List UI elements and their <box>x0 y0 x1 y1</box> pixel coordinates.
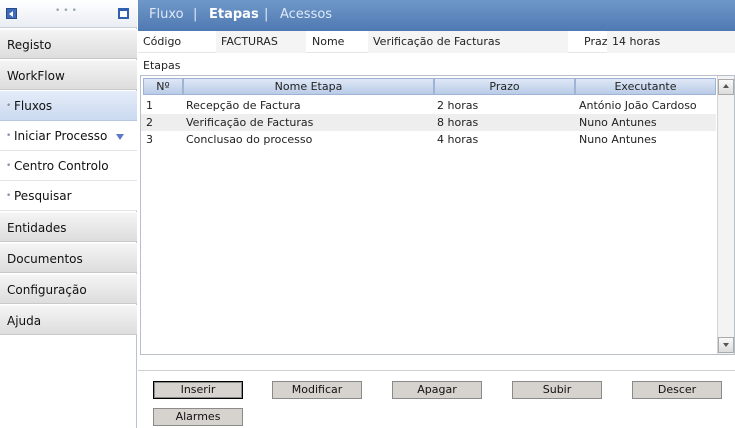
bullet-icon: • <box>6 191 12 201</box>
codigo-value: FACTURAS <box>216 31 306 53</box>
sidebar-item-documentos[interactable]: Documentos <box>0 243 137 273</box>
cell-executante: Nuno Antunes <box>579 116 657 129</box>
scroll-up-icon[interactable] <box>718 79 734 95</box>
cell-numero: 3 <box>146 133 153 146</box>
nome-label: Nome <box>312 35 345 48</box>
sidebar-item-fluxos[interactable]: • Fluxos <box>0 91 137 121</box>
cell-nome-etapa: Conclusao do processo <box>186 133 313 146</box>
cell-executante: António João Cardoso <box>579 99 697 112</box>
vertical-scrollbar[interactable] <box>717 76 734 354</box>
cell-numero: 1 <box>146 99 153 112</box>
sidebar-item-pesquisar[interactable]: • Pesquisar <box>0 181 137 211</box>
tab-acessos[interactable]: Acessos <box>280 7 332 22</box>
sidebar-item-label: Iniciar Processo <box>14 129 108 143</box>
chevron-down-icon[interactable] <box>116 133 125 140</box>
sidebar-item-label: Configuração <box>7 283 87 297</box>
subir-button[interactable]: Subir <box>512 381 602 399</box>
cell-numero: 2 <box>146 116 153 129</box>
tab-fluxo[interactable]: Fluxo <box>149 7 184 22</box>
cell-prazo: 8 horas <box>437 116 479 129</box>
column-header-executante[interactable]: Executante <box>575 78 716 95</box>
tab-etapas[interactable]: Etapas <box>209 7 259 22</box>
sidebar-item-configuracao[interactable]: Configuração <box>0 274 137 304</box>
table-header: Nº Nome Etapa Prazo Executante <box>141 76 716 95</box>
modificar-button[interactable]: Modificar <box>272 381 362 399</box>
collapse-sidebar-icon[interactable] <box>6 8 17 19</box>
cell-nome-etapa: Verificação de Facturas <box>186 116 314 129</box>
alarmes-button[interactable]: Alarmes <box>153 408 243 426</box>
tab-separator: | <box>193 7 198 22</box>
sidebar: ••• Registo WorkFlow • Fluxos • Iniciar … <box>0 0 137 428</box>
sidebar-item-label: Documentos <box>7 252 83 266</box>
sidebar-item-workflow[interactable]: WorkFlow <box>0 60 137 90</box>
column-header-prazo[interactable]: Prazo <box>434 78 575 95</box>
sidebar-item-registo[interactable]: Registo <box>0 29 137 59</box>
scroll-down-icon[interactable] <box>718 337 734 353</box>
bullet-icon: • <box>6 131 12 141</box>
divider <box>138 370 735 371</box>
table-row[interactable]: 1 Recepção de Factura 2 horas António Jo… <box>141 97 716 114</box>
sidebar-item-label: Entidades <box>7 221 67 235</box>
sidebar-item-label: Ajuda <box>7 314 42 328</box>
prazo-value: 14 horas <box>607 31 735 53</box>
cell-nome-etapa: Recepção de Factura <box>186 99 301 112</box>
table-row[interactable]: 3 Conclusao do processo 4 horas Nuno Ant… <box>141 131 716 148</box>
cell-prazo: 2 horas <box>437 99 479 112</box>
sidebar-item-label: Centro Controlo <box>14 159 109 173</box>
codigo-label: Código <box>143 35 182 48</box>
sidebar-item-label: Pesquisar <box>14 189 72 203</box>
sidebar-item-label: Fluxos <box>14 99 53 113</box>
flow-fields: Código FACTURAS Nome Verificação de Fact… <box>138 31 735 53</box>
sidebar-toolbar: ••• <box>0 0 137 28</box>
sidebar-item-ajuda[interactable]: Ajuda <box>0 305 137 335</box>
window-icon[interactable] <box>118 8 129 19</box>
sidebar-item-entidades[interactable]: Entidades <box>0 212 137 242</box>
apagar-button[interactable]: Apagar <box>392 381 482 399</box>
sidebar-item-label: Registo <box>7 38 52 52</box>
drag-handle-icon[interactable]: ••• <box>55 6 80 16</box>
nome-value: Verificação de Facturas <box>368 31 568 53</box>
cell-executante: Nuno Antunes <box>579 133 657 146</box>
tab-separator: | <box>264 7 269 22</box>
etapas-section-label: Etapas <box>143 59 181 72</box>
sidebar-item-centro-controlo[interactable]: • Centro Controlo <box>0 151 137 181</box>
cell-prazo: 4 horas <box>437 133 479 146</box>
column-header-numero[interactable]: Nº <box>143 78 183 95</box>
tab-bar: Fluxo | Etapas | Acessos <box>138 0 735 31</box>
sidebar-item-label: WorkFlow <box>7 69 65 83</box>
bullet-icon: • <box>6 101 12 111</box>
bullet-icon: • <box>6 161 12 171</box>
etapas-table: Nº Nome Etapa Prazo Executante 1 Recepçã… <box>140 75 735 355</box>
descer-button[interactable]: Descer <box>632 381 722 399</box>
inserir-button[interactable]: Inserir <box>153 381 243 399</box>
column-header-nome-etapa[interactable]: Nome Etapa <box>183 78 434 95</box>
sidebar-item-iniciar-processo[interactable]: • Iniciar Processo <box>0 121 137 151</box>
table-row[interactable]: 2 Verificação de Facturas 8 horas Nuno A… <box>141 114 716 131</box>
